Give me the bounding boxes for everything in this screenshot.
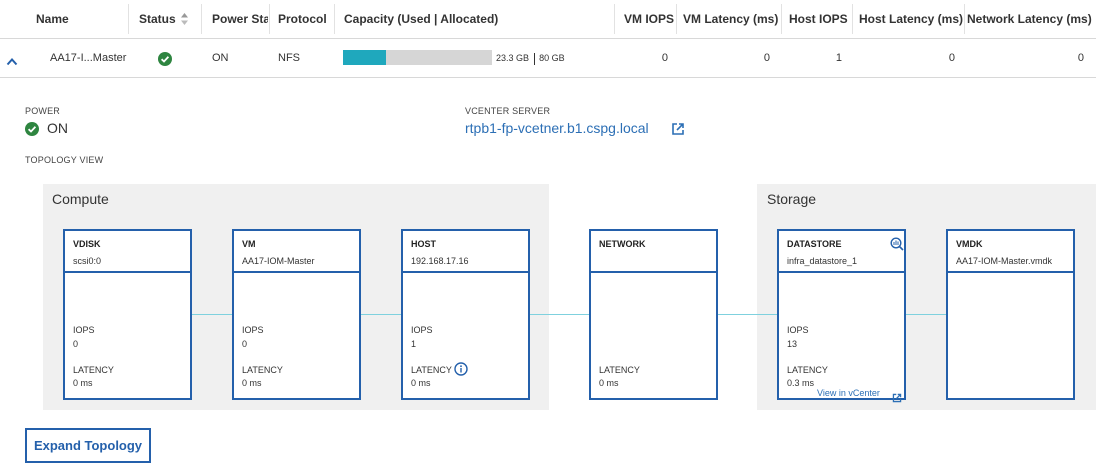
topology-card-vm[interactable]: VM AA17-IOM-Master IOPS 0 LATENCY 0 ms (232, 229, 361, 400)
col-header-vm-latency[interactable]: VM Latency (ms) (683, 0, 778, 38)
row-protocol: NFS (278, 52, 300, 64)
power-value: ON (47, 120, 68, 136)
col-header-name[interactable]: Name (36, 0, 126, 38)
expand-topology-button[interactable]: Expand Topology (25, 428, 151, 463)
column-divider[interactable] (964, 4, 965, 34)
latency-value: 0 ms (242, 378, 262, 388)
datastore-link[interactable]: infra_datastore_1 (787, 256, 857, 266)
topology-card-datastore[interactable]: DATASTORE infra_datastore_1 IOPS 13 LATE… (777, 229, 906, 403)
topology-card-vdisk[interactable]: VDISK scsi0:0 IOPS 0 LATENCY 0 ms (63, 229, 192, 400)
card-title: NETWORK (599, 239, 646, 249)
column-divider[interactable] (128, 4, 129, 34)
column-divider[interactable] (201, 4, 202, 34)
latency-value: 0 ms (599, 378, 619, 388)
latency-label: LATENCY (73, 365, 114, 375)
latency-label: LATENCY (787, 365, 828, 375)
row-name[interactable]: AA17-I...Master (50, 39, 126, 77)
view-in-vcenter-link[interactable]: View in vCenter (817, 388, 880, 398)
external-link-icon[interactable] (671, 122, 685, 141)
card-header: DATASTORE infra_datastore_1 (779, 231, 904, 273)
col-header-capacity[interactable]: Capacity (Used | Allocated) (344, 0, 594, 38)
capacity-bar (343, 50, 492, 65)
table-row[interactable]: AA17-I...Master ON NFS 23.3 GB 80 GB 0 0… (0, 39, 1096, 78)
latency-value: 0 ms (411, 378, 431, 388)
capacity-used: 23.3 GB (496, 53, 530, 63)
card-title: DATASTORE (787, 239, 842, 249)
analyze-search-icon[interactable] (890, 237, 904, 256)
iops-label: IOPS (73, 325, 95, 335)
card-title: VM (242, 239, 256, 249)
storage-title: Storage (767, 191, 817, 207)
status-ok-icon (25, 122, 39, 141)
capacity-divider (533, 52, 535, 65)
row-vm-iops: 0 (661, 52, 668, 64)
vcenter-label: VCENTER SERVER (465, 106, 551, 116)
iops-value: 0 (73, 339, 79, 349)
card-subtitle: AA17-IOM-Master (242, 256, 315, 266)
col-header-host-iops[interactable]: Host IOPS (789, 0, 851, 38)
column-divider[interactable] (852, 4, 853, 34)
card-header: VMDK AA17-IOM-Master.vmdk (948, 231, 1073, 273)
topology-card-network[interactable]: NETWORK LATENCY 0 ms (589, 229, 718, 400)
column-divider[interactable] (676, 4, 677, 34)
iops-value: 0 (242, 339, 248, 349)
power-label: POWER (25, 106, 61, 116)
capacity-bar-fill (343, 50, 387, 65)
topology-connector (906, 314, 946, 315)
sort-icon[interactable] (180, 12, 189, 31)
topology-label: TOPOLOGY VIEW (25, 155, 104, 165)
topology-card-host[interactable]: HOST 192.168.17.16 IOPS 1 LATENCY 0 ms (401, 229, 530, 400)
card-title: HOST (411, 239, 437, 249)
row-network-latency: 0 (1077, 52, 1084, 64)
row-power: ON (212, 52, 229, 64)
col-header-power-status[interactable]: Power Status (212, 0, 268, 38)
column-divider[interactable] (781, 4, 782, 34)
row-vm-latency: 0 (763, 52, 770, 64)
card-subtitle: AA17-IOM-Master.vmdk (956, 256, 1053, 266)
card-header: NETWORK (591, 231, 716, 273)
status-ok-icon (158, 52, 172, 71)
iops-label: IOPS (787, 325, 809, 335)
topology-connector (361, 314, 401, 315)
card-subtitle: 192.168.17.16 (411, 256, 469, 266)
latency-label: LATENCY (411, 365, 452, 375)
capacity-allocated: 80 GB (539, 53, 565, 63)
topology-connector (530, 314, 589, 315)
col-header-vm-iops[interactable]: VM IOPS (624, 0, 674, 38)
iops-value: 1 (411, 339, 417, 349)
info-icon[interactable] (454, 362, 468, 381)
card-title: VMDK (956, 239, 983, 249)
card-header: VM AA17-IOM-Master (234, 231, 359, 273)
column-divider[interactable] (269, 4, 270, 34)
card-subtitle: scsi0:0 (73, 256, 102, 266)
topology-card-vmdk[interactable]: VMDK AA17-IOM-Master.vmdk (946, 229, 1075, 400)
iops-value: 13 (787, 339, 798, 349)
latency-value: 0.3 ms (787, 378, 815, 388)
card-title: VDISK (73, 239, 101, 249)
topology-connector (192, 314, 232, 315)
topology-connector (718, 314, 777, 315)
column-divider[interactable] (614, 4, 615, 34)
col-header-host-latency[interactable]: Host Latency (ms) (859, 0, 963, 38)
latency-value: 0 ms (73, 378, 93, 388)
col-header-status[interactable]: Status (139, 0, 179, 38)
compute-title: Compute (52, 191, 109, 207)
row-host-iops: 1 (835, 52, 842, 64)
latency-label: LATENCY (599, 365, 640, 375)
table-header: Name Status Power Status Protocol Capaci… (0, 0, 1096, 39)
card-header: HOST 192.168.17.16 (403, 231, 528, 273)
column-divider[interactable] (334, 4, 335, 34)
vcenter-link[interactable]: rtpb1-fp-vcetner.b1.cspg.local (465, 120, 649, 136)
chevron-up-icon[interactable] (6, 53, 18, 71)
iops-label: IOPS (411, 325, 433, 335)
external-link-icon[interactable] (892, 390, 902, 408)
card-header: VDISK scsi0:0 (65, 231, 190, 273)
col-header-protocol[interactable]: Protocol (278, 0, 334, 38)
latency-label: LATENCY (242, 365, 283, 375)
iops-label: IOPS (242, 325, 264, 335)
col-header-network-latency[interactable]: Network Latency (ms) (967, 0, 1095, 38)
capacity-text: 23.3 GB 80 GB (496, 39, 565, 77)
row-host-latency: 0 (948, 52, 955, 64)
